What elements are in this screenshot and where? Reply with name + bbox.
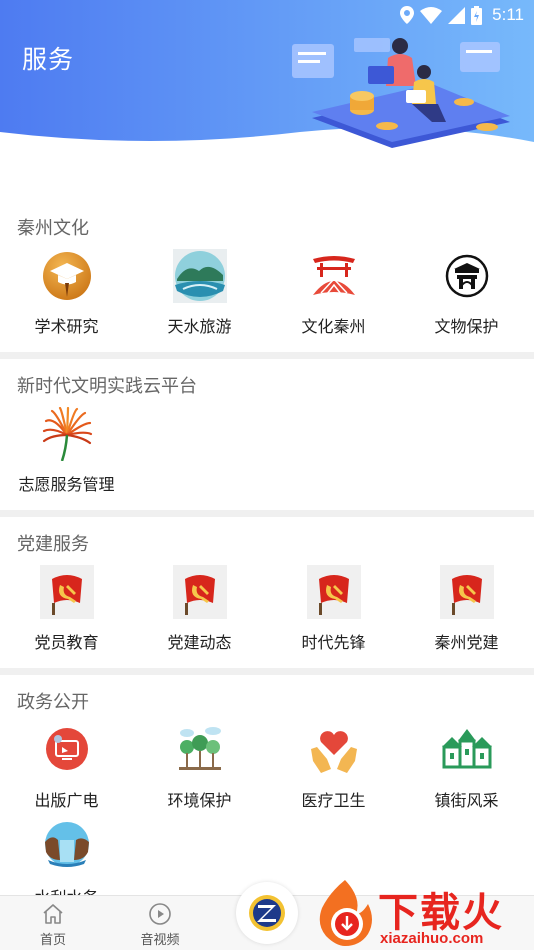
service-item-publishing-broadcast[interactable]: 出版广电 bbox=[0, 723, 133, 811]
section-divider bbox=[0, 352, 534, 359]
trees-icon bbox=[178, 727, 221, 770]
service-label: 党建动态 bbox=[167, 635, 232, 652]
party-flag-icon bbox=[439, 565, 494, 619]
service-item-environment[interactable]: 环境保护 bbox=[133, 723, 266, 811]
service-label: 党员教育 bbox=[34, 635, 99, 652]
home-icon bbox=[43, 904, 63, 924]
service-item-party-news[interactable]: 党建动态 bbox=[133, 565, 266, 653]
service-label: 志愿服务管理 bbox=[18, 477, 115, 494]
broadcast-icon bbox=[45, 728, 88, 770]
party-flag-icon bbox=[172, 565, 227, 619]
page-title: 服务 bbox=[22, 46, 75, 74]
wifi-icon bbox=[420, 6, 443, 24]
service-label: 时代先锋 bbox=[301, 635, 366, 652]
header-illustration bbox=[292, 38, 510, 148]
flame-logo-icon bbox=[319, 880, 372, 946]
header-banner: 5:11 服务 bbox=[0, 0, 534, 160]
service-label: 镇街风采 bbox=[434, 793, 499, 810]
service-label: 医疗卫生 bbox=[301, 793, 366, 810]
nav-home[interactable]: 首页 bbox=[18, 902, 88, 948]
service-label: 天水旅游 bbox=[167, 319, 232, 336]
service-item-culture-qinzhou[interactable]: 文化秦州 bbox=[267, 249, 400, 337]
waterfall-icon bbox=[44, 822, 89, 867]
party-flag-icon bbox=[306, 565, 361, 619]
service-label: 秦州党建 bbox=[434, 635, 499, 652]
service-item-town-scenery[interactable]: 镇街风采 bbox=[400, 723, 533, 811]
section-title-civilization: 新时代文明实践云平台 bbox=[17, 376, 197, 396]
heart-hands-icon bbox=[310, 731, 357, 773]
service-item-heritage-protection[interactable]: 文物保护 bbox=[400, 249, 533, 337]
section-title-party: 党建服务 bbox=[17, 534, 89, 554]
watermark-url: xiazaihuo.com bbox=[380, 930, 484, 947]
watermark: 下载火 xiazaihuo.com bbox=[312, 878, 534, 950]
service-label: 学术研究 bbox=[34, 319, 99, 336]
status-bar: 5:11 bbox=[0, 0, 534, 30]
section-divider bbox=[0, 510, 534, 517]
volunteer-sunburst-icon bbox=[42, 407, 92, 461]
app-logo-icon bbox=[249, 895, 285, 931]
service-item-academic-research[interactable]: 学术研究 bbox=[0, 249, 133, 337]
location-icon bbox=[400, 6, 415, 24]
service-item-qinzhou-party[interactable]: 秦州党建 bbox=[400, 565, 533, 653]
party-flag-icon bbox=[39, 565, 94, 619]
nav-media[interactable]: 音视频 bbox=[125, 902, 195, 948]
status-time: 5:11 bbox=[492, 5, 524, 24]
signal-icon bbox=[448, 6, 466, 24]
section-title-government: 政务公开 bbox=[17, 692, 89, 712]
pavilion-icon bbox=[312, 256, 355, 295]
service-item-member-education[interactable]: 党员教育 bbox=[0, 565, 133, 653]
service-item-tianshui-tourism[interactable]: 天水旅游 bbox=[133, 249, 266, 337]
play-circle-icon bbox=[149, 903, 171, 925]
section-divider bbox=[0, 668, 534, 675]
nav-label-home: 首页 bbox=[39, 932, 66, 947]
service-label: 环境保护 bbox=[167, 793, 232, 810]
center-logo-button[interactable] bbox=[236, 882, 298, 944]
battery-icon bbox=[471, 5, 483, 25]
graduation-cap-icon bbox=[42, 252, 91, 300]
service-label: 出版广电 bbox=[34, 793, 99, 810]
service-item-volunteer-management[interactable]: 志愿服务管理 bbox=[0, 407, 133, 495]
section-title-culture: 秦州文化 bbox=[17, 218, 89, 238]
service-item-healthcare[interactable]: 医疗卫生 bbox=[267, 723, 400, 811]
service-item-era-pioneers[interactable]: 时代先锋 bbox=[267, 565, 400, 653]
nav-label-media: 音视频 bbox=[140, 932, 180, 947]
town-houses-icon bbox=[441, 729, 492, 769]
heritage-gate-icon bbox=[445, 254, 488, 298]
landscape-icon bbox=[172, 249, 227, 303]
service-label: 文化秦州 bbox=[301, 319, 366, 336]
service-label: 文物保护 bbox=[434, 319, 499, 336]
